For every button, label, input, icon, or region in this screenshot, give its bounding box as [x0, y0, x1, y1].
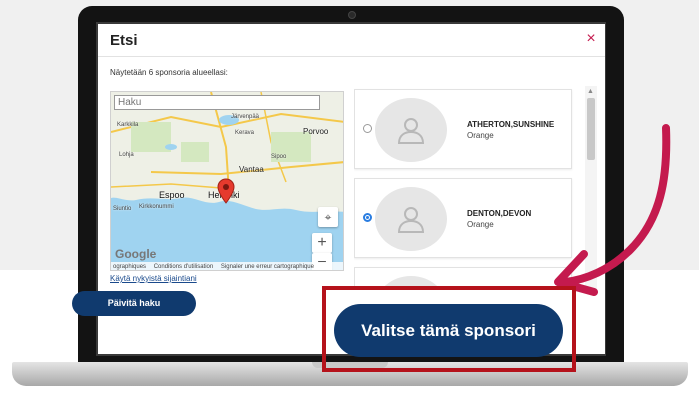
google-logo: Google — [115, 247, 157, 261]
map-report-error-link[interactable]: Signaler une erreur cartographique — [221, 264, 314, 270]
use-current-location-link[interactable]: Käytä nykyistä sijaintiani — [110, 274, 197, 283]
results-count-text: Näytetään 6 sponsoria alueellasi: — [110, 68, 228, 77]
map-label-jarvenpaa: Järvenpää — [231, 114, 260, 120]
select-sponsor-button[interactable]: Valitse tämä sponsori — [334, 304, 563, 357]
scroll-up-icon[interactable]: ▲ — [587, 88, 594, 95]
map-label-kerava: Kerava — [235, 130, 255, 136]
map-label-siuntio: Siuntio — [113, 206, 132, 212]
map-attribution: ographiques Conditions d'utilisation Sig… — [111, 262, 343, 270]
location-pin-icon[interactable] — [217, 178, 235, 204]
map-view[interactable]: Järvenpää Kerava Porvoo Karkkila Lohja S… — [110, 91, 344, 271]
map-terms-link[interactable]: Conditions d'utilisation — [154, 264, 214, 270]
modal-title: Etsi — [110, 32, 138, 49]
avatar — [375, 98, 447, 162]
map-label-kirkkonummi: Kirkkonummi — [139, 204, 174, 210]
map-label-espoo: Espoo — [159, 190, 185, 200]
locate-me-icon[interactable]: ⌖ — [318, 207, 338, 227]
sponsor-color: Orange — [467, 131, 494, 140]
map-label-porvoo: Porvoo — [303, 127, 329, 136]
map-label-sipoo: Sipoo — [271, 154, 287, 160]
close-icon[interactable]: × — [582, 30, 600, 48]
sponsor-name: DENTON,DEVON — [467, 209, 532, 218]
map-search-input[interactable] — [114, 95, 320, 110]
map-footer-item: ographiques — [113, 264, 147, 270]
map-label-karkkila: Karkkila — [117, 122, 139, 128]
avatar — [375, 187, 447, 251]
user-placeholder-icon — [397, 118, 425, 144]
update-search-button[interactable]: Päivitä haku — [72, 291, 196, 316]
sponsor-radio[interactable] — [363, 124, 372, 133]
sponsor-radio[interactable] — [363, 213, 372, 222]
zoom-in-button[interactable]: + — [312, 233, 332, 253]
map-label-lohja: Lohja — [119, 152, 134, 158]
pointer-arrow-icon — [554, 124, 671, 296]
sponsor-color: Orange — [467, 220, 494, 229]
camera-icon — [348, 11, 356, 19]
map-label-vantaa: Vantaa — [239, 165, 264, 174]
modal-header: Etsi × — [98, 24, 605, 57]
user-placeholder-icon — [397, 207, 425, 233]
